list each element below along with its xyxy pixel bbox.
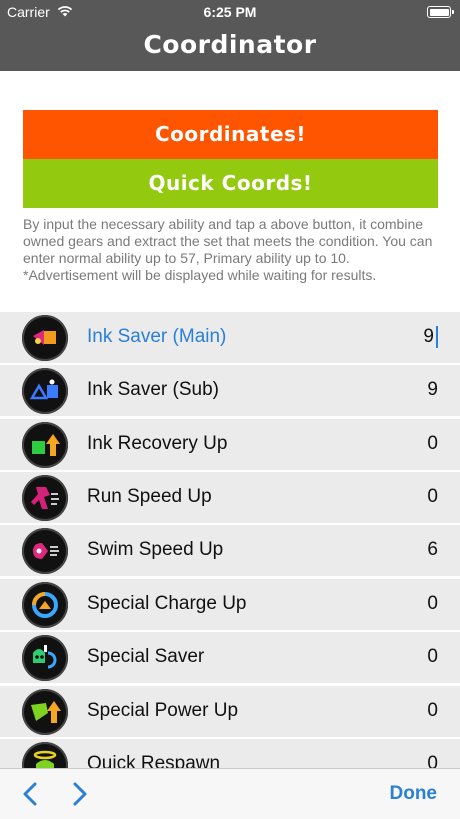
ability-label: Ink Recovery Up bbox=[87, 433, 228, 454]
quick-respawn-icon bbox=[22, 742, 68, 768]
ability-value-input[interactable]: 0 bbox=[427, 700, 438, 722]
text-cursor bbox=[436, 326, 438, 348]
ability-row-swim-speed-up[interactable]: Swim Speed Up 6 bbox=[0, 525, 460, 576]
ability-label: Ink Saver (Main) bbox=[87, 326, 227, 347]
quick-coords-button[interactable]: Quick Coords! bbox=[23, 159, 438, 208]
chevron-right-icon[interactable] bbox=[70, 782, 90, 806]
ability-value-input[interactable]: 6 bbox=[427, 539, 438, 561]
navigation-bar: Carrier 6:25 PM Coordinator bbox=[0, 0, 460, 71]
ability-value-input[interactable]: 0 bbox=[427, 433, 438, 455]
ability-row-run-speed-up[interactable]: Run Speed Up 0 bbox=[0, 472, 460, 523]
ability-row-ink-saver-sub[interactable]: Ink Saver (Sub) 9 bbox=[0, 365, 460, 416]
done-button[interactable]: Done bbox=[390, 783, 438, 805]
ink-saver-main-icon bbox=[22, 315, 68, 361]
ability-value-input[interactable]: 9 bbox=[427, 379, 438, 401]
ability-label: Ink Saver (Sub) bbox=[87, 379, 219, 400]
chevron-left-icon[interactable] bbox=[20, 782, 40, 806]
clock: 6:25 PM bbox=[203, 4, 257, 20]
ability-label: Special Charge Up bbox=[87, 593, 247, 614]
ability-label: Quick Respawn bbox=[87, 753, 221, 768]
swim-speed-up-icon bbox=[22, 528, 68, 574]
ability-value-input[interactable]: 0 bbox=[427, 646, 438, 668]
ink-saver-sub-icon bbox=[22, 368, 68, 414]
keyboard-toolbar: Done bbox=[0, 768, 460, 819]
ability-label: Swim Speed Up bbox=[87, 539, 224, 560]
ability-label: Run Speed Up bbox=[87, 486, 212, 507]
ability-value-input[interactable]: 0 bbox=[427, 593, 438, 615]
coordinates-button[interactable]: Coordinates! bbox=[23, 110, 438, 159]
ability-value-input[interactable]: 9 bbox=[423, 326, 434, 348]
ability-label: Special Power Up bbox=[87, 700, 239, 721]
ink-recovery-up-icon bbox=[22, 422, 68, 468]
special-saver-icon bbox=[22, 635, 68, 681]
page-title: Coordinator bbox=[143, 30, 317, 59]
ability-row-special-power-up[interactable]: Special Power Up 0 bbox=[0, 686, 460, 737]
status-bar: Carrier 6:25 PM bbox=[0, 0, 460, 24]
ability-row-special-saver[interactable]: Special Saver 0 bbox=[0, 632, 460, 683]
battery-icon bbox=[427, 6, 454, 18]
ability-row-special-charge-up[interactable]: Special Charge Up 0 bbox=[0, 579, 460, 630]
ability-value-input[interactable]: 0 bbox=[427, 486, 438, 508]
instructions-text: By input the necessary ability and tap a… bbox=[23, 216, 433, 283]
ability-row-ink-recovery-up[interactable]: Ink Recovery Up 0 bbox=[0, 419, 460, 470]
ability-label: Special Saver bbox=[87, 646, 205, 667]
ability-row-ink-saver-main[interactable]: Ink Saver (Main) 9 bbox=[0, 312, 460, 363]
run-speed-up-icon bbox=[22, 475, 68, 521]
special-charge-up-icon bbox=[22, 582, 68, 628]
special-power-up-icon bbox=[22, 689, 68, 735]
ability-row-quick-respawn[interactable]: Quick Respawn 0 bbox=[0, 739, 460, 768]
ability-value-input[interactable]: 0 bbox=[427, 753, 438, 768]
ability-list: Ink Saver (Main) 9 Ink Saver (Sub) 9 Ink… bbox=[0, 312, 460, 768]
